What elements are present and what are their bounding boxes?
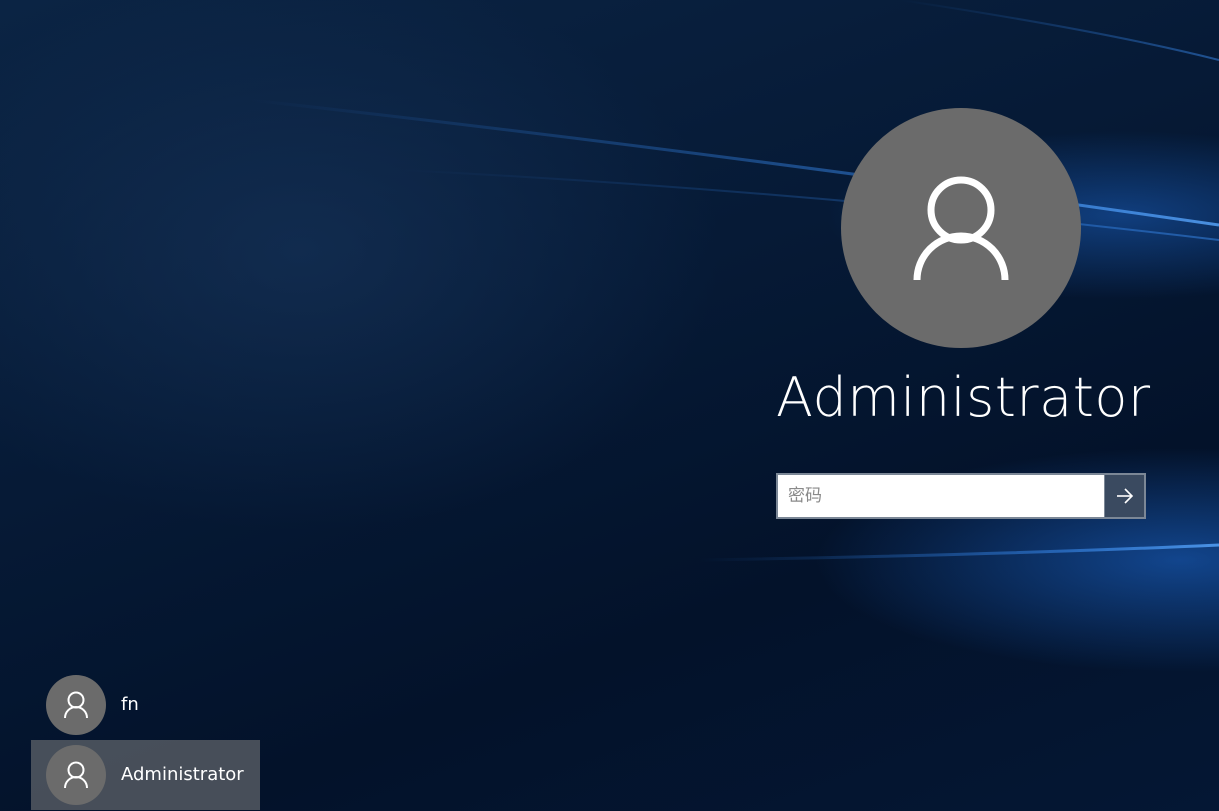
user-avatar-small	[46, 745, 106, 805]
user-avatar-large	[841, 108, 1081, 348]
user-icon	[64, 761, 88, 789]
lock-screen: Administrator fn Administrator	[0, 0, 1219, 811]
password-input[interactable]	[778, 475, 1103, 517]
user-list-item-fn[interactable]: fn	[31, 670, 260, 740]
arrow-right-icon	[1117, 488, 1134, 504]
user-list-item-administrator[interactable]: Administrator	[31, 740, 260, 810]
user-list-item-label: Administrator	[121, 764, 244, 785]
password-field-container	[776, 473, 1146, 519]
user-icon	[64, 691, 88, 719]
submit-button[interactable]	[1104, 475, 1144, 517]
user-icon	[913, 176, 1009, 281]
user-list-item-label: fn	[121, 694, 139, 715]
user-avatar-small	[46, 675, 106, 735]
username-heading: Administrator	[776, 366, 1151, 429]
user-switcher-list: fn Administrator	[31, 670, 261, 810]
